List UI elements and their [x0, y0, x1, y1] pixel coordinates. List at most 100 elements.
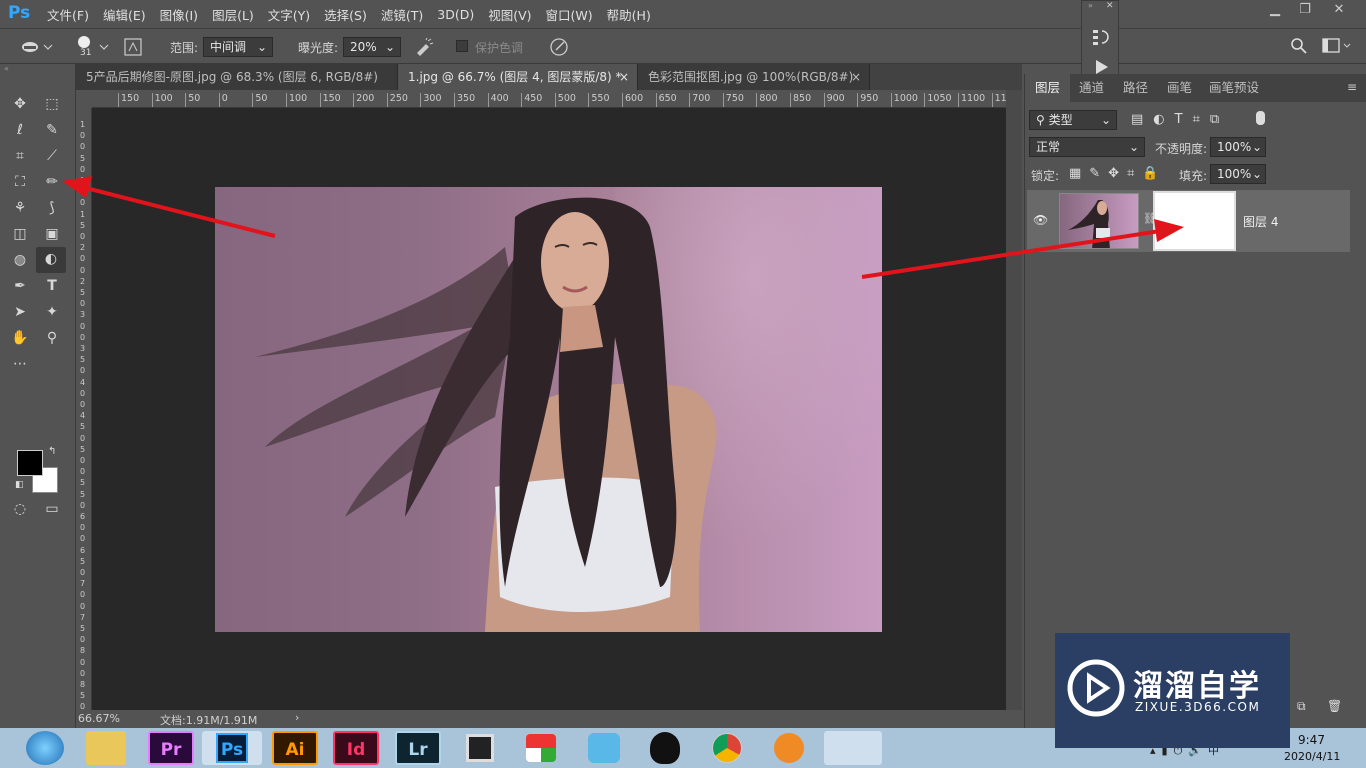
- tab-document-1[interactable]: 5产品后期修图-原图.jpg @ 68.3% (图层 6, RGB/8#) * …: [76, 64, 398, 110]
- foreground-color-swatch[interactable]: [17, 450, 43, 476]
- vertical-scrollbar[interactable]: [1006, 90, 1022, 710]
- default-colors-icon[interactable]: ◧: [15, 480, 24, 490]
- tab-document-2[interactable]: 1.jpg @ 66.7% (图层 4, 图层蒙版/8) * ×: [398, 64, 638, 90]
- menu-filter[interactable]: 滤镜(T): [381, 5, 423, 24]
- healing-brush-tool-icon[interactable]: ⛶: [8, 170, 32, 194]
- browser-icon[interactable]: [774, 733, 804, 763]
- gradient-tool-icon[interactable]: ▣: [40, 222, 64, 246]
- toolbox-collapse-icon[interactable]: «: [4, 64, 9, 73]
- layer-name[interactable]: 图层 4: [1243, 213, 1278, 230]
- tab-brush[interactable]: 画笔: [1157, 74, 1202, 102]
- status-menu-arrow[interactable]: ›: [295, 711, 299, 724]
- new-layer-icon[interactable]: ⧉: [1297, 699, 1306, 714]
- notepad-icon[interactable]: [824, 731, 882, 765]
- path-select-tool-icon[interactable]: ➤: [8, 300, 32, 324]
- file-explorer-icon[interactable]: [86, 731, 126, 765]
- move-tool-icon[interactable]: ✥: [8, 92, 32, 116]
- dodge-tool-icon[interactable]: ◐: [36, 247, 66, 273]
- history-brush-tool-icon[interactable]: ⟆: [40, 196, 64, 220]
- menu-help[interactable]: 帮助(H): [607, 5, 651, 24]
- taskbar-photoshop-icon[interactable]: Ps: [202, 731, 262, 765]
- document-image[interactable]: [215, 187, 882, 632]
- menu-file[interactable]: 文件(F): [47, 5, 89, 24]
- menu-layer[interactable]: 图层(L): [212, 5, 254, 24]
- tab-close-icon[interactable]: ×: [619, 64, 629, 90]
- lock-icons[interactable]: ▦✎✥⌗🔒: [1069, 166, 1167, 181]
- menu-image[interactable]: 图像(I): [160, 5, 198, 24]
- tab-paths[interactable]: 路径: [1113, 74, 1158, 102]
- delete-layer-icon[interactable]: 🗑: [1327, 699, 1342, 713]
- pen-tool-icon[interactable]: ✒: [8, 274, 32, 298]
- fill-input[interactable]: 100% ⌄: [1210, 164, 1266, 184]
- tab-channels[interactable]: 通道: [1069, 74, 1114, 102]
- brush-tool-icon[interactable]: ✏: [40, 170, 64, 194]
- layer-filter-select[interactable]: ⚲ 类型 ⌄: [1029, 110, 1117, 130]
- range-select[interactable]: 中间调 ⌄: [203, 37, 273, 57]
- layer-mask-thumbnail[interactable]: [1153, 191, 1236, 251]
- minimize-icon[interactable]: ▁: [1262, 2, 1288, 20]
- tab-layers[interactable]: 图层: [1025, 74, 1071, 102]
- pressure-size-icon[interactable]: [548, 36, 570, 58]
- clock-time[interactable]: 9:47: [1298, 733, 1325, 747]
- tab-brush-presets[interactable]: 画笔预设: [1199, 74, 1269, 102]
- video-player-icon[interactable]: [466, 734, 494, 762]
- tab-document-3[interactable]: 色彩范围抠图.jpg @ 100%(RGB/8#) ×: [638, 64, 870, 90]
- workspace-icon[interactable]: [1322, 38, 1354, 54]
- quick-select-tool-icon[interactable]: ✎: [40, 118, 64, 142]
- menu-type[interactable]: 文字(Y): [268, 5, 310, 24]
- actions-play-icon[interactable]: [1094, 59, 1110, 75]
- exposure-input[interactable]: 20% ⌄: [343, 37, 401, 57]
- app-bird-icon[interactable]: [588, 733, 620, 763]
- type-tool-icon[interactable]: T: [40, 274, 64, 298]
- search-icon[interactable]: [1290, 37, 1308, 55]
- close-icon[interactable]: ✕: [1326, 2, 1352, 20]
- history-icon[interactable]: [1092, 27, 1110, 49]
- lock-label: 锁定:: [1031, 169, 1060, 183]
- crop-tool-icon[interactable]: ⌗: [8, 144, 32, 168]
- panel-collapse-icon[interactable]: »: [1088, 1, 1093, 10]
- filter-toggle-icon[interactable]: [1256, 111, 1265, 125]
- clock-date[interactable]: 2020/4/11: [1284, 750, 1340, 763]
- taskbar-illustrator-icon[interactable]: Ai: [272, 731, 318, 765]
- tab-close-icon[interactable]: ×: [851, 64, 861, 90]
- zoom-level[interactable]: 66.67%: [78, 712, 120, 725]
- panel-menu-icon[interactable]: ≡: [1347, 80, 1357, 94]
- protect-tones-checkbox[interactable]: [456, 40, 468, 52]
- menu-edit[interactable]: 编辑(E): [103, 5, 146, 24]
- start-button-icon[interactable]: [26, 731, 64, 765]
- shape-tool-icon[interactable]: ✦: [40, 300, 64, 324]
- taskbar-lightroom-icon[interactable]: Lr: [395, 731, 441, 765]
- blend-mode-select[interactable]: 正常 ⌄: [1029, 137, 1145, 157]
- taskbar-indesign-icon[interactable]: Id: [333, 731, 379, 765]
- menu-view[interactable]: 视图(V): [488, 5, 531, 24]
- hand-tool-icon[interactable]: ✋: [8, 326, 32, 350]
- opacity-input[interactable]: 100% ⌄: [1210, 137, 1266, 157]
- dodge-tool-preset-icon[interactable]: [20, 38, 54, 56]
- quick-mask-icon[interactable]: ◌: [8, 497, 32, 521]
- eyedropper-tool-icon[interactable]: ⟋: [40, 144, 64, 168]
- clone-stamp-tool-icon[interactable]: ⚘: [8, 196, 32, 220]
- panel-close-icon[interactable]: ✕: [1106, 1, 1114, 11]
- menu-select[interactable]: 选择(S): [324, 5, 367, 24]
- layer-filter-icons[interactable]: ▤◐T⌗⧉: [1131, 112, 1229, 127]
- airbrush-icon[interactable]: [414, 37, 436, 57]
- taskbar-premiere-icon[interactable]: Pr: [148, 731, 194, 765]
- marquee-tool-icon[interactable]: ⬚: [40, 92, 64, 116]
- eye-icon[interactable]: 👁: [1033, 213, 1048, 227]
- chrome-icon[interactable]: [712, 733, 742, 763]
- app-umbrella-icon[interactable]: [526, 734, 556, 762]
- screen-mode-icon[interactable]: ▭: [40, 497, 64, 521]
- layer-row[interactable]: 👁 ⛓ 图层 4: [1027, 190, 1350, 252]
- zoom-tool-icon[interactable]: ⚲: [40, 326, 64, 350]
- lasso-tool-icon[interactable]: ℓ: [8, 118, 32, 142]
- layer-thumbnail[interactable]: [1059, 193, 1139, 249]
- restore-icon[interactable]: ❐: [1292, 2, 1318, 20]
- more-tools-icon[interactable]: ⋯: [8, 352, 32, 376]
- swap-colors-icon[interactable]: ↰: [48, 446, 56, 457]
- eraser-tool-icon[interactable]: ◫: [8, 222, 32, 246]
- menu-window[interactable]: 窗口(W): [546, 5, 593, 24]
- brush-panel-icon[interactable]: [123, 37, 143, 57]
- qq-icon[interactable]: [650, 732, 680, 764]
- blur-tool-icon[interactable]: ◍: [8, 248, 32, 272]
- menu-3d[interactable]: 3D(D): [437, 7, 474, 22]
